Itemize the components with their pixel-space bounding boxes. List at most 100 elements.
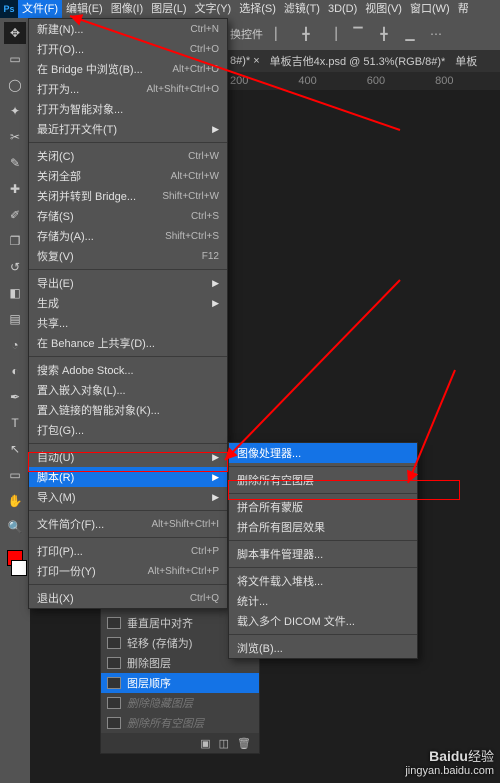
file-menu-item[interactable]: 搜索 Adobe Stock... bbox=[29, 360, 227, 380]
history-step-icon bbox=[107, 717, 121, 729]
history-item[interactable]: 图层顺序 bbox=[101, 673, 259, 693]
tool-zoom[interactable]: 🔍 bbox=[4, 516, 26, 538]
menu-shortcut: Ctrl+N bbox=[190, 24, 219, 35]
file-menu-item[interactable]: 置入链接的智能对象(K)... bbox=[29, 400, 227, 420]
script-menu-item[interactable]: 统计... bbox=[229, 591, 417, 611]
history-step-icon bbox=[107, 617, 121, 629]
tab-active[interactable]: 单板吉他4x.psd @ 51.3%(RGB/8#)* bbox=[270, 53, 446, 69]
file-menu-item[interactable]: 脚本(R)▶ bbox=[29, 467, 227, 487]
menu-type[interactable]: 文字(Y) bbox=[191, 0, 236, 18]
file-menu-item[interactable]: 置入嵌入对象(L)... bbox=[29, 380, 227, 400]
file-menu-item[interactable]: 在 Behance 上共享(D)... bbox=[29, 333, 227, 353]
tool-hand[interactable]: ✋ bbox=[4, 490, 26, 512]
tool-marquee[interactable]: ▭ bbox=[4, 48, 26, 70]
watermark: Baidu经验 jingyan.baidu.com bbox=[405, 746, 494, 777]
tool-stamp[interactable]: ❐ bbox=[4, 230, 26, 252]
file-menu-item[interactable]: 存储(S)Ctrl+S bbox=[29, 206, 227, 226]
tool-dodge[interactable]: ◐ bbox=[4, 360, 26, 382]
menu-file[interactable]: 文件(F) bbox=[18, 0, 62, 18]
script-menu-item[interactable]: 拼合所有蒙版 bbox=[229, 497, 417, 517]
camera-icon[interactable]: ▣ bbox=[200, 737, 210, 750]
menu-item-label: 导出(E) bbox=[37, 275, 212, 291]
menu-view[interactable]: 视图(V) bbox=[361, 0, 406, 18]
align-left-icon[interactable]: ▏ bbox=[271, 25, 289, 43]
script-menu-item[interactable]: 拼合所有图层效果 bbox=[229, 517, 417, 537]
tool-shape[interactable]: ▭ bbox=[4, 464, 26, 486]
file-menu-item[interactable]: 导出(E)▶ bbox=[29, 273, 227, 293]
file-menu-item[interactable]: 打开为智能对象... bbox=[29, 99, 227, 119]
tool-pen[interactable]: ✒ bbox=[4, 386, 26, 408]
history-label: 删除所有空图层 bbox=[127, 715, 204, 731]
tool-gradient[interactable]: ▤ bbox=[4, 308, 26, 330]
script-menu-item[interactable]: 删除所有空图层 bbox=[229, 470, 417, 490]
submenu-arrow-icon: ▶ bbox=[212, 124, 219, 135]
file-menu-item[interactable]: 存储为(A)...Shift+Ctrl+S bbox=[29, 226, 227, 246]
tool-heal[interactable]: ✚ bbox=[4, 178, 26, 200]
file-menu-item[interactable]: 新建(N)...Ctrl+N bbox=[29, 19, 227, 39]
file-menu-item[interactable]: 打印(P)...Ctrl+P bbox=[29, 541, 227, 561]
menu-3d[interactable]: 3D(D) bbox=[324, 0, 361, 18]
script-menu-item[interactable]: 脚本事件管理器... bbox=[229, 544, 417, 564]
align-center-v-icon[interactable]: ╋ bbox=[375, 25, 393, 43]
tool-lasso[interactable]: ◯ bbox=[4, 74, 26, 96]
history-item[interactable]: 删除所有空图层 bbox=[101, 713, 259, 733]
menu-item-label: 拼合所有蒙版 bbox=[237, 499, 409, 515]
menu-window[interactable]: 窗口(W) bbox=[406, 0, 454, 18]
transform-controls-label: 换控件 bbox=[230, 26, 263, 42]
file-menu-item[interactable]: 打包(G)... bbox=[29, 420, 227, 440]
file-menu-item[interactable]: 共享... bbox=[29, 313, 227, 333]
script-menu-item[interactable]: 图像处理器... bbox=[229, 443, 417, 463]
background-color[interactable] bbox=[11, 560, 27, 576]
menu-item-label: 共享... bbox=[37, 315, 219, 331]
tool-history-brush[interactable]: ↺ bbox=[4, 256, 26, 278]
tab-right[interactable]: 单板 bbox=[455, 53, 477, 69]
menu-layer[interactable]: 图层(L) bbox=[147, 0, 190, 18]
file-menu-item[interactable]: 文件简介(F)...Alt+Shift+Ctrl+I bbox=[29, 514, 227, 534]
file-menu-item[interactable]: 打开为...Alt+Shift+Ctrl+O bbox=[29, 79, 227, 99]
file-menu-item[interactable]: 最近打开文件(T)▶ bbox=[29, 119, 227, 139]
file-menu-item[interactable]: 打印一份(Y)Alt+Shift+Ctrl+P bbox=[29, 561, 227, 581]
menu-item-label: 浏览(B)... bbox=[237, 640, 409, 656]
align-top-icon[interactable]: ▔ bbox=[349, 25, 367, 43]
tool-wand[interactable]: ✦ bbox=[4, 100, 26, 122]
align-bottom-icon[interactable]: ▁ bbox=[401, 25, 419, 43]
menu-item-label: 图像处理器... bbox=[237, 445, 409, 461]
tool-type[interactable]: T bbox=[4, 412, 26, 434]
history-item[interactable]: 删除隐藏图层 bbox=[101, 693, 259, 713]
script-menu-item[interactable]: 载入多个 DICOM 文件... bbox=[229, 611, 417, 631]
file-menu-item[interactable]: 关闭并转到 Bridge...Shift+Ctrl+W bbox=[29, 186, 227, 206]
file-menu-item[interactable]: 关闭(C)Ctrl+W bbox=[29, 146, 227, 166]
menu-edit[interactable]: 编辑(E) bbox=[62, 0, 107, 18]
distribute-icon[interactable]: ⋯ bbox=[427, 25, 445, 43]
tab-fragment[interactable]: 8#)* × bbox=[230, 55, 260, 67]
file-menu-item[interactable]: 自动(U)▶ bbox=[29, 447, 227, 467]
trash-icon[interactable]: 🗑 bbox=[237, 737, 251, 750]
align-center-h-icon[interactable]: ╋ bbox=[297, 25, 315, 43]
file-menu-item[interactable]: 打开(O)...Ctrl+O bbox=[29, 39, 227, 59]
watermark-url: jingyan.baidu.com bbox=[405, 765, 494, 777]
menu-select[interactable]: 选择(S) bbox=[235, 0, 280, 18]
file-menu-item[interactable]: 恢复(V)F12 bbox=[29, 246, 227, 266]
tool-path[interactable]: ↖ bbox=[4, 438, 26, 460]
align-right-icon[interactable]: ▕ bbox=[323, 25, 341, 43]
tool-eraser[interactable]: ◧ bbox=[4, 282, 26, 304]
tool-move[interactable]: ✥ bbox=[4, 22, 26, 44]
file-menu-item[interactable]: 在 Bridge 中浏览(B)...Alt+Ctrl+O bbox=[29, 59, 227, 79]
menu-image[interactable]: 图像(I) bbox=[107, 0, 147, 18]
new-snapshot-icon[interactable]: ◫ bbox=[219, 737, 229, 750]
tool-crop[interactable]: ✂ bbox=[4, 126, 26, 148]
file-menu-item[interactable]: 退出(X)Ctrl+Q bbox=[29, 588, 227, 608]
tool-eyedropper[interactable]: ✎ bbox=[4, 152, 26, 174]
tool-blur[interactable]: ◔ bbox=[4, 334, 26, 356]
menu-help[interactable]: 帮 bbox=[454, 0, 473, 18]
script-menu-item[interactable]: 浏览(B)... bbox=[229, 638, 417, 658]
menu-shortcut: Alt+Ctrl+W bbox=[171, 171, 219, 182]
file-menu-item[interactable]: 导入(M)▶ bbox=[29, 487, 227, 507]
file-menu-item[interactable]: 关闭全部Alt+Ctrl+W bbox=[29, 166, 227, 186]
tools-panel: ✥ ▭ ◯ ✦ ✂ ✎ ✚ ✐ ❐ ↺ ◧ ▤ ◔ ◐ ✒ T ↖ ▭ ✋ 🔍 bbox=[0, 18, 30, 783]
ruler-mark: 800 bbox=[435, 75, 453, 87]
script-menu-item[interactable]: 将文件载入堆栈... bbox=[229, 571, 417, 591]
file-menu-item[interactable]: 生成▶ bbox=[29, 293, 227, 313]
tool-brush[interactable]: ✐ bbox=[4, 204, 26, 226]
menu-filter[interactable]: 滤镜(T) bbox=[280, 0, 324, 18]
